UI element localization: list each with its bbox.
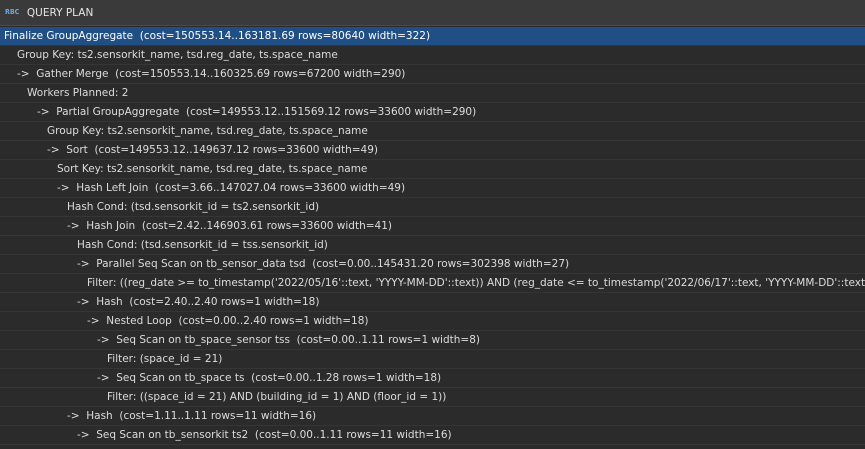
query-plan-cell[interactable]: -> Hash Join (cost=2.42..146903.61 rows=…: [0, 217, 392, 235]
query-plan-cell[interactable]: Workers Planned: 2: [0, 84, 128, 102]
table-row[interactable]: -> Parallel Seq Scan on tb_sensor_data t…: [0, 255, 865, 274]
query-plan-cell[interactable]: Group Key: ts2.sensorkit_name, tsd.reg_d…: [0, 46, 338, 64]
query-plan-cell[interactable]: Filter: (space_id = 21): [0, 350, 222, 368]
query-plan-cell[interactable]: Hash Cond: (tsd.sensorkit_id = ts2.senso…: [0, 198, 319, 216]
query-plan-cell[interactable]: -> Seq Scan on tb_space ts (cost=0.00..1…: [0, 369, 441, 387]
query-plan-cell[interactable]: -> Seq Scan on tb_space_sensor tss (cost…: [0, 331, 480, 349]
query-plan-cell[interactable]: -> Gather Merge (cost=150553.14..160325.…: [0, 65, 405, 83]
query-plan-cell[interactable]: -> Partial GroupAggregate (cost=149553.1…: [0, 103, 476, 121]
text-type-icon: RBC: [5, 8, 20, 16]
query-plan-cell[interactable]: -> Seq Scan on tb_sensorkit ts2 (cost=0.…: [0, 426, 452, 444]
result-rows: Finalize GroupAggregate (cost=150553.14.…: [0, 27, 865, 445]
table-row[interactable]: Hash Cond: (tsd.sensorkit_id = ts2.senso…: [0, 198, 865, 217]
table-row[interactable]: -> Sort (cost=149553.12..149637.12 rows=…: [0, 141, 865, 160]
column-header[interactable]: RBC QUERY PLAN: [0, 0, 865, 26]
query-plan-cell[interactable]: -> Hash (cost=1.11..1.11 rows=11 width=1…: [0, 407, 316, 425]
query-plan-cell[interactable]: -> Sort (cost=149553.12..149637.12 rows=…: [0, 141, 378, 159]
table-row[interactable]: Hash Cond: (tsd.sensorkit_id = tss.senso…: [0, 236, 865, 255]
table-row[interactable]: -> Gather Merge (cost=150553.14..160325.…: [0, 65, 865, 84]
table-row[interactable]: -> Hash Join (cost=2.42..146903.61 rows=…: [0, 217, 865, 236]
query-plan-cell[interactable]: -> Hash (cost=2.40..2.40 rows=1 width=18…: [0, 293, 319, 311]
table-row[interactable]: -> Hash (cost=1.11..1.11 rows=11 width=1…: [0, 407, 865, 426]
table-row[interactable]: -> Seq Scan on tb_space_sensor tss (cost…: [0, 331, 865, 350]
table-row[interactable]: Group Key: ts2.sensorkit_name, tsd.reg_d…: [0, 122, 865, 141]
table-row[interactable]: Workers Planned: 2: [0, 84, 865, 103]
table-row[interactable]: Finalize GroupAggregate (cost=150553.14.…: [0, 27, 865, 46]
query-plan-cell[interactable]: Filter: ((space_id = 21) AND (building_i…: [0, 388, 446, 406]
query-plan-cell[interactable]: Finalize GroupAggregate (cost=150553.14.…: [0, 27, 430, 45]
query-plan-cell[interactable]: Filter: ((reg_date >= to_timestamp('2022…: [0, 274, 865, 292]
column-title: QUERY PLAN: [26, 6, 94, 19]
table-row[interactable]: -> Seq Scan on tb_sensorkit ts2 (cost=0.…: [0, 426, 865, 445]
query-plan-cell[interactable]: Sort Key: ts2.sensorkit_name, tsd.reg_da…: [0, 160, 367, 178]
table-row[interactable]: -> Nested Loop (cost=0.00..2.40 rows=1 w…: [0, 312, 865, 331]
table-row[interactable]: Sort Key: ts2.sensorkit_name, tsd.reg_da…: [0, 160, 865, 179]
query-plan-grid: RBC QUERY PLAN Finalize GroupAggregate (…: [0, 0, 865, 449]
table-row[interactable]: -> Partial GroupAggregate (cost=149553.1…: [0, 103, 865, 122]
table-row[interactable]: Filter: (space_id = 21): [0, 350, 865, 369]
query-plan-cell[interactable]: Group Key: ts2.sensorkit_name, tsd.reg_d…: [0, 122, 368, 140]
query-plan-cell[interactable]: -> Parallel Seq Scan on tb_sensor_data t…: [0, 255, 569, 273]
query-plan-cell[interactable]: Hash Cond: (tsd.sensorkit_id = tss.senso…: [0, 236, 328, 254]
table-row[interactable]: Filter: ((space_id = 21) AND (building_i…: [0, 388, 865, 407]
table-row[interactable]: -> Hash (cost=2.40..2.40 rows=1 width=18…: [0, 293, 865, 312]
table-row[interactable]: Filter: ((reg_date >= to_timestamp('2022…: [0, 274, 865, 293]
table-row[interactable]: Group Key: ts2.sensorkit_name, tsd.reg_d…: [0, 46, 865, 65]
query-plan-cell[interactable]: -> Nested Loop (cost=0.00..2.40 rows=1 w…: [0, 312, 369, 330]
table-row[interactable]: -> Hash Left Join (cost=3.66..147027.04 …: [0, 179, 865, 198]
query-plan-cell[interactable]: -> Hash Left Join (cost=3.66..147027.04 …: [0, 179, 405, 197]
table-row[interactable]: -> Seq Scan on tb_space ts (cost=0.00..1…: [0, 369, 865, 388]
